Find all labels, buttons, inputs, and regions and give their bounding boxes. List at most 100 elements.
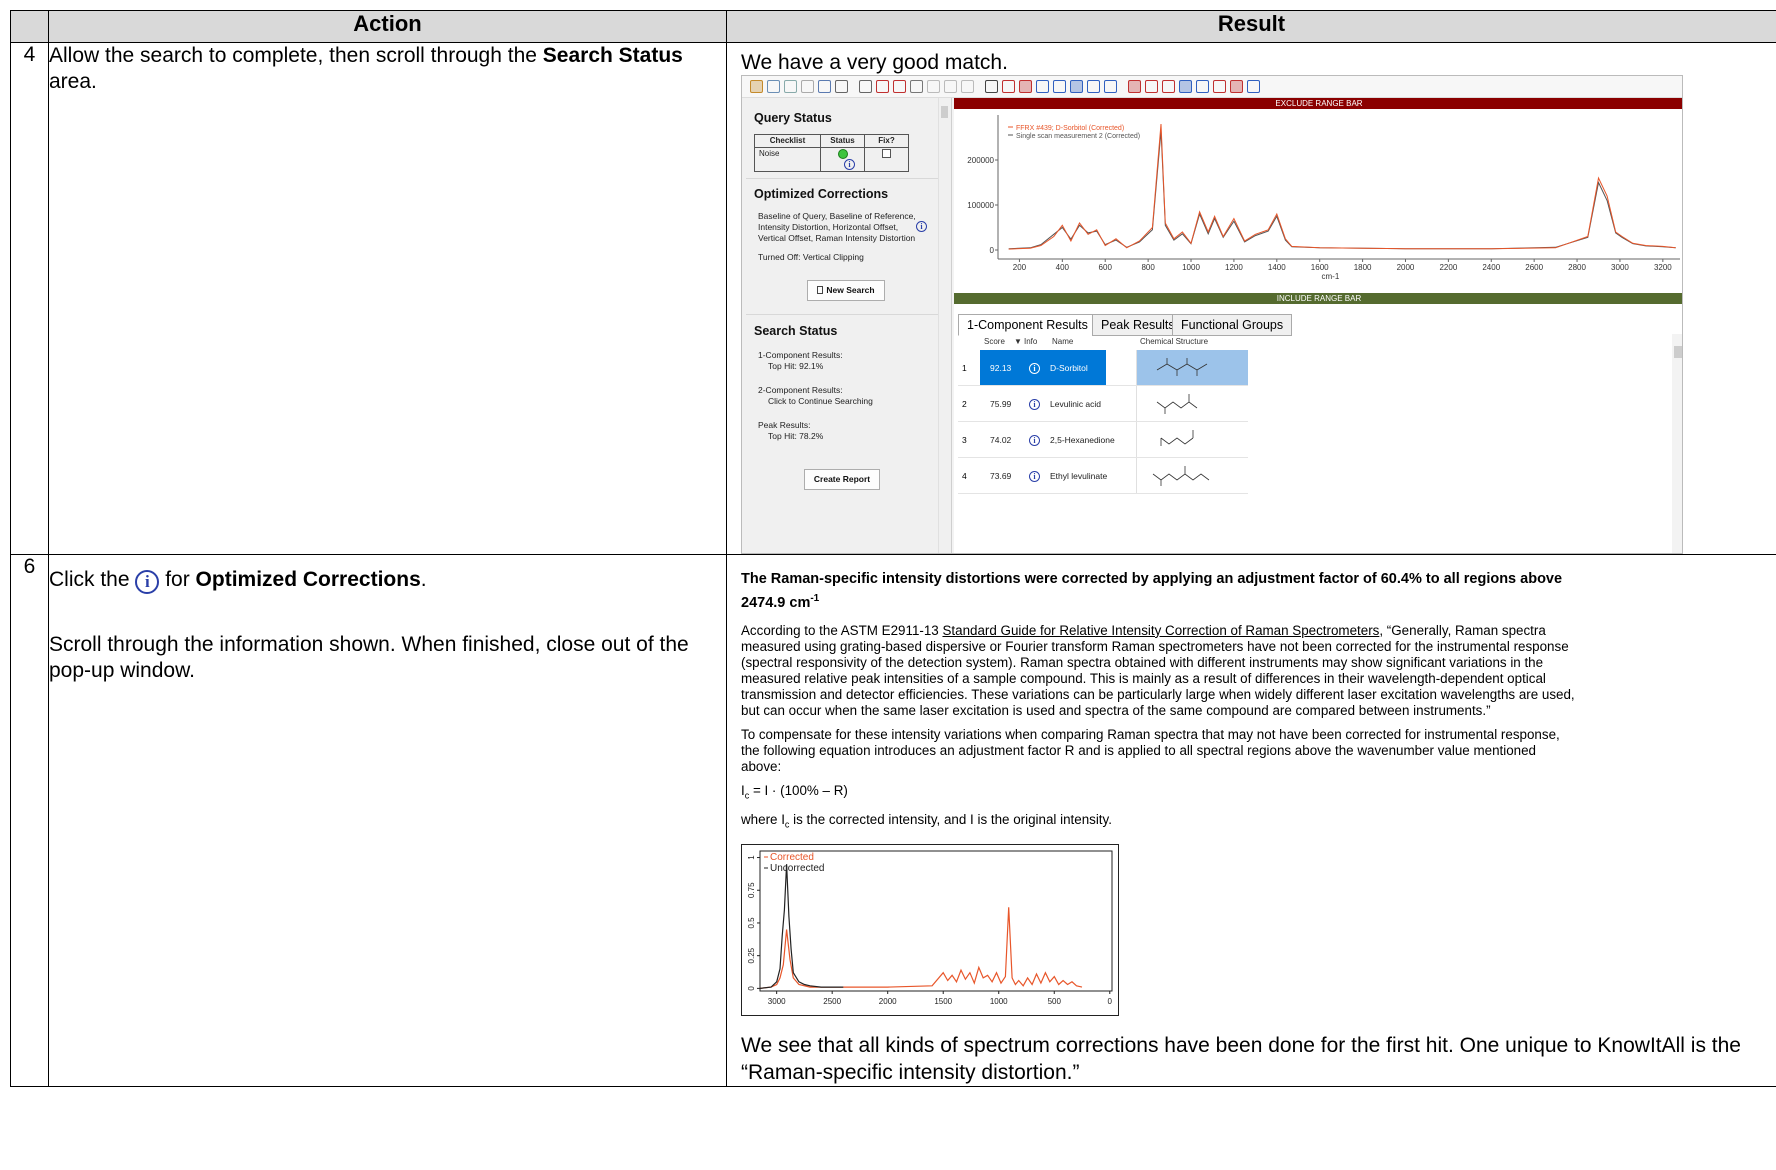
toolbar-button-icon[interactable] xyxy=(859,80,872,93)
two-comp-link[interactable]: Click to Continue Searching xyxy=(768,396,873,408)
toolbar-button-icon[interactable] xyxy=(985,80,998,93)
info-icon[interactable]: i xyxy=(844,159,855,170)
correction-chart: 3000 2500 2000 1500 1000 500 0 0 0.25 0.5 0.75 1 Cor… xyxy=(741,844,1119,1017)
table-row[interactable]: 1 92.13 i D-Sorbitol xyxy=(958,350,1248,386)
optimized-corrections-line2: Intensity Distortion, Horizontal Offset, xyxy=(758,222,899,232)
x-tick-label: 1000 xyxy=(1182,263,1200,272)
series-line xyxy=(759,864,844,990)
peak-hit[interactable]: Top Hit: 78.2% xyxy=(768,431,823,443)
toolbar-button-icon[interactable] xyxy=(1036,80,1049,93)
col-name[interactable]: Name xyxy=(1052,337,1073,349)
toolbar-button-icon[interactable] xyxy=(1179,80,1192,93)
action-text-end: . xyxy=(420,568,427,591)
query-status-title: Query Status xyxy=(754,111,832,125)
table-row: 4 Allow the search to complete, then scr… xyxy=(10,42,1776,555)
header-result: Result xyxy=(726,10,1776,43)
info-icon[interactable]: i xyxy=(1029,435,1040,446)
toolbar-button-icon[interactable] xyxy=(1145,80,1158,93)
toolbar-button-icon[interactable] xyxy=(1087,80,1100,93)
action-text: Click the xyxy=(49,568,136,591)
table-row: 6 Click the i for Optimized Corrections.… xyxy=(10,553,1776,1088)
toolbar-button-icon[interactable] xyxy=(835,80,848,93)
col-score[interactable]: Score xyxy=(984,337,1005,349)
sort-arrow-icon: ▼ xyxy=(1014,337,1022,346)
toolbar-button-icon[interactable] xyxy=(1230,80,1243,93)
procedure-table: Action Result 4 Allow the search to comp… xyxy=(10,10,1776,1088)
toolbar-button-icon[interactable] xyxy=(750,80,763,93)
toolbar-button-icon[interactable] xyxy=(876,80,889,93)
x-tick-label: 0 xyxy=(1108,997,1113,1006)
toolbar-button-icon[interactable] xyxy=(1128,80,1141,93)
info-icon[interactable]: i xyxy=(1029,399,1040,410)
action-text-mid: for xyxy=(159,568,196,591)
toolbar-button-icon[interactable] xyxy=(944,80,957,93)
fix-checkbox[interactable] xyxy=(882,149,891,158)
toolbar-button-icon[interactable] xyxy=(1019,80,1032,93)
toolbar-button-icon[interactable] xyxy=(1002,80,1015,93)
exclude-range-bar[interactable]: EXCLUDE RANGE BAR xyxy=(954,98,1682,109)
action-text-end: area. xyxy=(49,70,97,93)
table-row[interactable]: 3 74.02 i 2,5-Hexanedione xyxy=(958,422,1248,458)
structure-cell xyxy=(1136,458,1248,493)
rank: 3 xyxy=(962,435,967,445)
compound-name: D-Sorbitol xyxy=(1050,363,1088,373)
include-range-bar[interactable]: INCLUDE RANGE BAR xyxy=(954,293,1682,304)
tab-functional-groups[interactable]: Functional Groups xyxy=(1172,314,1293,336)
toolbar-button-icon[interactable] xyxy=(1162,80,1175,93)
left-scrollbar[interactable] xyxy=(938,98,950,553)
new-search-label: New Search xyxy=(826,285,875,295)
result-cell: The Raman-specific intensity distortions… xyxy=(726,553,1776,1088)
score: 92.13 xyxy=(990,363,1012,373)
eq-rest: = I · (100% – R) xyxy=(749,782,848,798)
popup-content[interactable]: The Raman-specific intensity distortions… xyxy=(741,569,1576,832)
toolbar-button-icon[interactable] xyxy=(893,80,906,93)
tab-peak-results[interactable]: Peak Results xyxy=(1092,314,1184,336)
x-tick-label: 1800 xyxy=(1354,263,1372,272)
new-search-button[interactable]: New Search xyxy=(807,280,885,301)
table-row[interactable]: 4 73.69 i Ethyl levulinate xyxy=(958,458,1248,494)
toolbar-button-icon[interactable] xyxy=(1104,80,1117,93)
x-tick-label: 3000 xyxy=(1611,263,1629,272)
col-structure[interactable]: Chemical Structure xyxy=(1140,337,1208,349)
one-comp-hit[interactable]: Top Hit: 92.1% xyxy=(768,361,823,373)
astm-link[interactable]: Standard Guide for Relative Intensity Co… xyxy=(942,623,1379,638)
x-tick-label: 1600 xyxy=(1311,263,1329,272)
toolbar-button-icon[interactable] xyxy=(1053,80,1066,93)
toolbar-button-icon[interactable] xyxy=(1247,80,1260,93)
score: 74.02 xyxy=(990,435,1012,445)
scroll-thumb[interactable] xyxy=(1674,346,1682,358)
toolbar-button-icon[interactable] xyxy=(801,80,814,93)
toolbar-button-icon[interactable] xyxy=(927,80,940,93)
info-icon[interactable]: i xyxy=(1029,471,1040,482)
info-icon: i xyxy=(135,570,160,594)
toolbar-button-icon[interactable] xyxy=(1070,80,1083,93)
col-info[interactable]: Info xyxy=(1024,337,1037,349)
compound-name: 2,5-Hexanedione xyxy=(1050,435,1115,445)
spectrum-svg: 200 400 600 800 1000 1200 1400 1600 1800 2000 2200… xyxy=(967,115,1680,281)
qs-fix-cell xyxy=(864,147,909,172)
toolbar-button-icon[interactable] xyxy=(767,80,780,93)
tab-1-component[interactable]: 1-Component Results xyxy=(958,314,1097,336)
x-tick-label: 1500 xyxy=(934,997,952,1006)
y-tick-label: 0 xyxy=(990,246,995,255)
series-line xyxy=(1008,123,1676,250)
toolbar-button-icon[interactable] xyxy=(961,80,974,93)
toolbar-button-icon[interactable] xyxy=(1196,80,1209,93)
structure-icon xyxy=(1156,358,1208,376)
step-number: 6 xyxy=(10,553,49,1088)
status-panel: Query Status Checklist Status Fix? Noise… xyxy=(742,98,952,553)
result-cell: We have a very good match. Query Status … xyxy=(726,42,1776,555)
info-icon[interactable]: i xyxy=(1029,363,1040,374)
create-report-button[interactable]: Create Report xyxy=(804,469,880,490)
toolbar-button-icon[interactable] xyxy=(784,80,797,93)
scroll-thumb[interactable] xyxy=(941,106,948,118)
optimized-info-icon[interactable]: i xyxy=(916,221,927,232)
result-summary: We see that all kinds of spectrum correc… xyxy=(741,1034,1741,1085)
x-tick-label: 400 xyxy=(1056,263,1070,272)
toolbar-button-icon[interactable] xyxy=(818,80,831,93)
x-tick-label: 2800 xyxy=(1568,263,1586,272)
results-scrollbar[interactable] xyxy=(1672,334,1682,553)
table-row[interactable]: 2 75.99 i Levulinic acid xyxy=(958,386,1248,422)
toolbar-button-icon[interactable] xyxy=(1213,80,1226,93)
toolbar-button-icon[interactable] xyxy=(910,80,923,93)
